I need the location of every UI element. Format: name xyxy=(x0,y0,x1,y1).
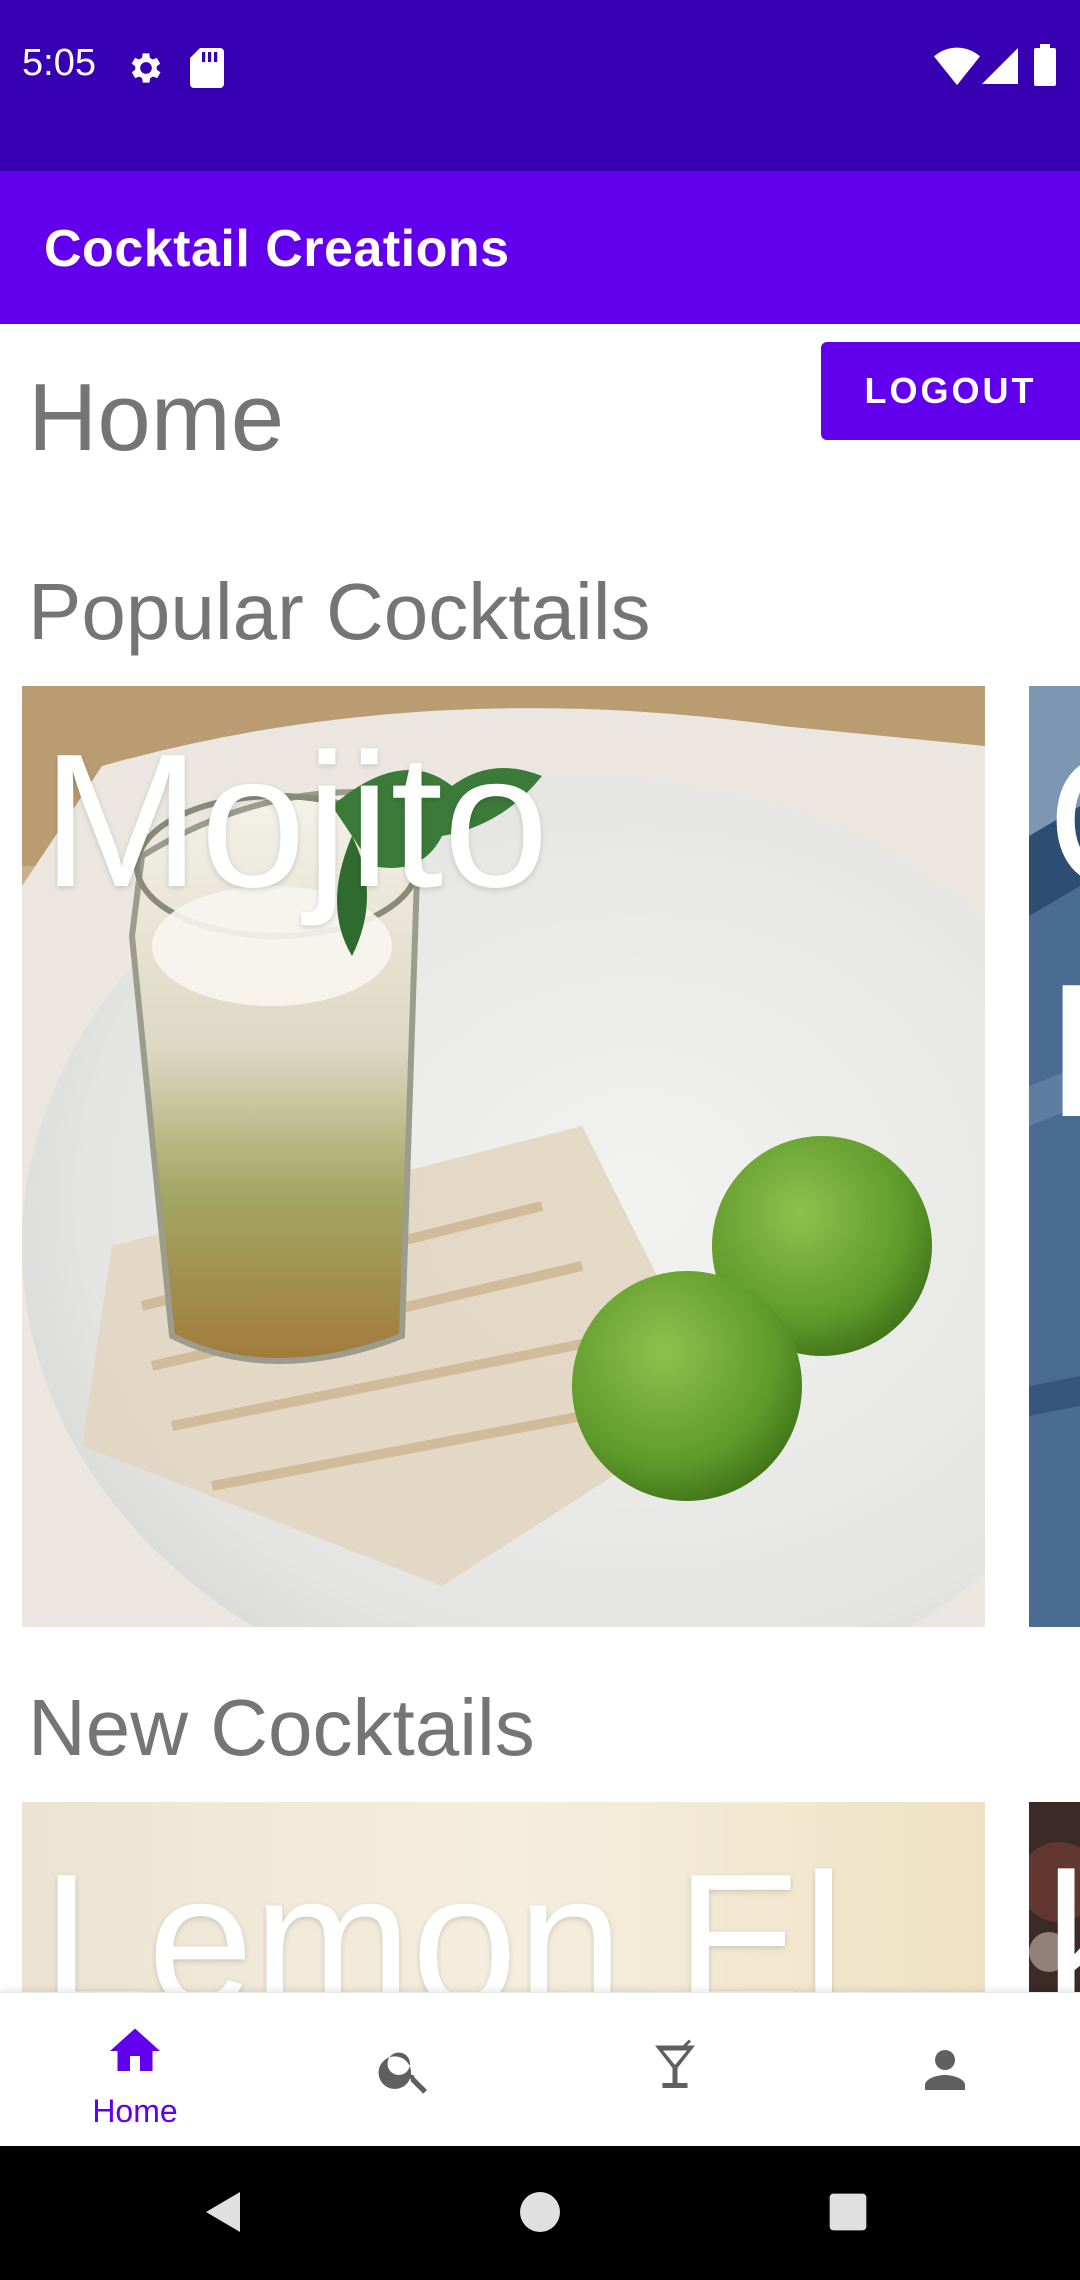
home-content[interactable]: Home LOGOUT Popular Cocktails Mojito New… xyxy=(0,324,1080,1992)
new-cocktails-title: New Cocktails xyxy=(28,1683,535,1772)
popular-cocktails-title: Popular Cocktails xyxy=(28,567,651,656)
recents-icon[interactable] xyxy=(826,2190,870,2234)
home-circle-icon[interactable] xyxy=(516,2188,564,2236)
nav-profile[interactable] xyxy=(810,1993,1080,2147)
card-title-peek: C xyxy=(1047,726,1080,916)
card-title: Mojito xyxy=(42,715,549,927)
signal-icon xyxy=(982,48,1018,84)
home-icon xyxy=(110,2028,160,2071)
logout-button[interactable]: LOGOUT xyxy=(821,342,1080,440)
nav-home-label: Home xyxy=(92,2093,178,2129)
bottom-navigation: Home xyxy=(0,1992,1080,2146)
system-navigation-bar xyxy=(0,2146,1080,2280)
sd-card-icon xyxy=(190,48,224,88)
battery-icon xyxy=(1034,44,1056,86)
card-title: Lemon El xyxy=(42,1835,845,1992)
cocktail-card-lemon[interactable]: Lemon El xyxy=(22,1802,985,1992)
nav-cocktails[interactable] xyxy=(540,1993,810,2147)
cocktail-card-mojito[interactable]: Mojito xyxy=(22,686,985,1627)
app-title: Cocktail Creations xyxy=(44,220,510,278)
person-icon xyxy=(925,2050,965,2090)
status-bar: 5:05 xyxy=(0,0,1080,171)
nav-search[interactable] xyxy=(270,1993,540,2147)
cocktail-card-peek[interactable]: C F xyxy=(1029,686,1080,1627)
settings-icon xyxy=(131,53,161,83)
nav-home[interactable]: Home xyxy=(0,1993,270,2147)
cocktail-card-peek-2[interactable]: k xyxy=(1029,1802,1080,1992)
wifi-icon xyxy=(934,47,980,86)
page-title: Home xyxy=(28,364,285,471)
cocktail-icon xyxy=(655,2039,695,2088)
app-bar: Cocktail Creations xyxy=(0,171,1080,324)
back-icon[interactable] xyxy=(200,2188,248,2236)
card-title-peek: k xyxy=(1045,1846,1080,1992)
status-time: 5:05 xyxy=(22,42,96,84)
search-icon xyxy=(378,2052,427,2094)
card-title-peek-line2: F xyxy=(1047,956,1080,1146)
